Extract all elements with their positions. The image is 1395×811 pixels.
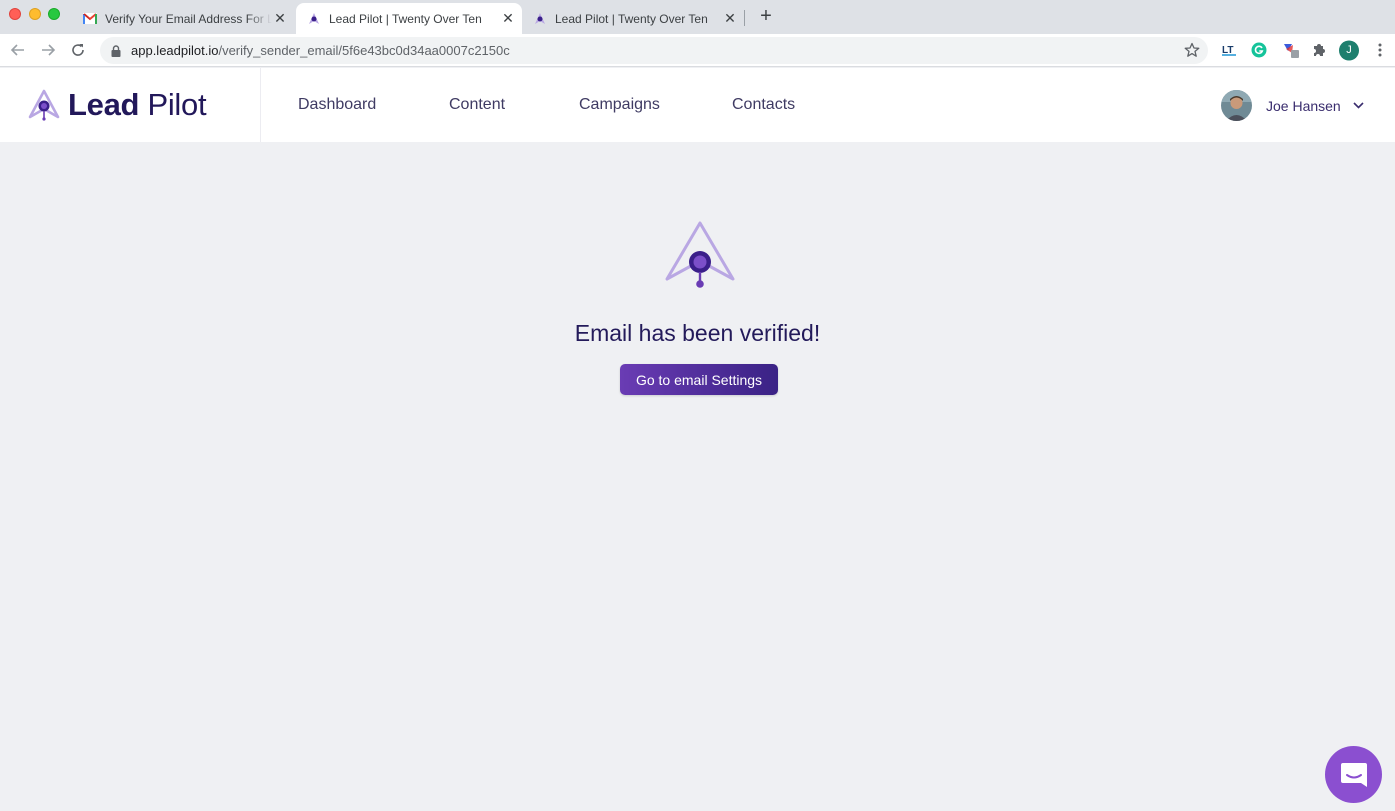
forward-arrow-icon[interactable] <box>37 39 59 61</box>
browser-menu-icon[interactable] <box>1370 40 1390 60</box>
lock-icon <box>110 44 122 58</box>
logo-wordmark-light: Pilot <box>139 87 207 122</box>
profile-avatar-icon[interactable]: J <box>1339 40 1359 60</box>
tab-title: Lead Pilot | Twenty Over Ten <box>555 11 708 26</box>
nav-content[interactable]: Content <box>449 96 505 114</box>
grammarly-extension-icon[interactable] <box>1249 40 1269 60</box>
tab-title: Lead Pilot | Twenty Over Ten <box>329 11 482 26</box>
tab-close-icon[interactable]: ✕ <box>722 10 738 27</box>
window-zoom-button[interactable] <box>48 8 60 20</box>
new-tab-button[interactable]: + <box>756 6 776 26</box>
tab-title: Verify Your Email Address For Lead Pilot <box>105 11 272 26</box>
user-menu[interactable]: Joe Hansen <box>1221 90 1365 121</box>
header-divider <box>260 68 261 142</box>
url-path: /verify_sender_email/5f6e43bc0d34aa0007c… <box>218 43 510 58</box>
nav-campaigns[interactable]: Campaigns <box>579 96 660 114</box>
chat-icon <box>1340 762 1367 787</box>
nav-dashboard[interactable]: Dashboard <box>298 96 376 114</box>
url-host: app.leadpilot.io <box>131 43 219 58</box>
tab-separator <box>744 10 745 26</box>
user-name: Joe Hansen <box>1266 97 1341 114</box>
user-avatar <box>1221 90 1252 121</box>
verification-headline: Email has been verified! <box>574 320 821 346</box>
bookmark-star-icon[interactable] <box>1184 42 1200 58</box>
tab-close-icon[interactable]: ✕ <box>272 10 288 27</box>
address-bar[interactable]: app.leadpilot.io/verify_sender_email/5f6… <box>100 37 1208 64</box>
gmail-icon <box>82 11 98 27</box>
nav-contacts[interactable]: Contacts <box>732 96 795 114</box>
browser-tab-leadpilot-active[interactable]: Lead Pilot | Twenty Over Ten ✕ <box>296 3 522 34</box>
puzzle-extensions-icon[interactable] <box>1309 40 1329 60</box>
window-minimize-button[interactable] <box>29 8 41 20</box>
reload-icon[interactable] <box>67 39 89 61</box>
browser-tab-gmail[interactable]: Verify Your Email Address For Lead Pilot… <box>80 3 294 34</box>
chat-launcher-button[interactable] <box>1325 746 1382 803</box>
browser-toolbar: app.leadpilot.io/verify_sender_email/5f6… <box>0 34 1395 67</box>
logo-wordmark: Lead Pilot <box>68 87 207 123</box>
logo-wordmark-bold: Lead <box>68 87 140 122</box>
leadpilot-logo-icon <box>28 89 60 121</box>
extension-badge-icon[interactable] <box>1281 40 1301 60</box>
lt-extension-icon[interactable]: LT <box>1219 40 1239 60</box>
browser-tab-bar: Verify Your Email Address For Lead Pilot… <box>0 0 1395 34</box>
leadpilot-favicon-icon <box>532 11 548 27</box>
back-arrow-icon[interactable] <box>7 39 29 61</box>
window-close-button[interactable] <box>9 8 21 20</box>
leadpilot-favicon-icon <box>306 11 322 27</box>
go-to-email-settings-button[interactable]: Go to email Settings <box>620 364 778 395</box>
browser-tab-leadpilot[interactable]: Lead Pilot | Twenty Over Ten ✕ <box>528 3 742 34</box>
profile-initial: J <box>1346 44 1352 56</box>
app-header: Lead Pilot Dashboard Content Campaigns C… <box>0 68 1395 142</box>
tab-close-icon[interactable]: ✕ <box>500 10 516 27</box>
leadpilot-rocket-icon <box>665 221 735 288</box>
chevron-down-icon <box>1353 100 1365 112</box>
leadpilot-logo[interactable]: Lead Pilot <box>28 86 207 124</box>
